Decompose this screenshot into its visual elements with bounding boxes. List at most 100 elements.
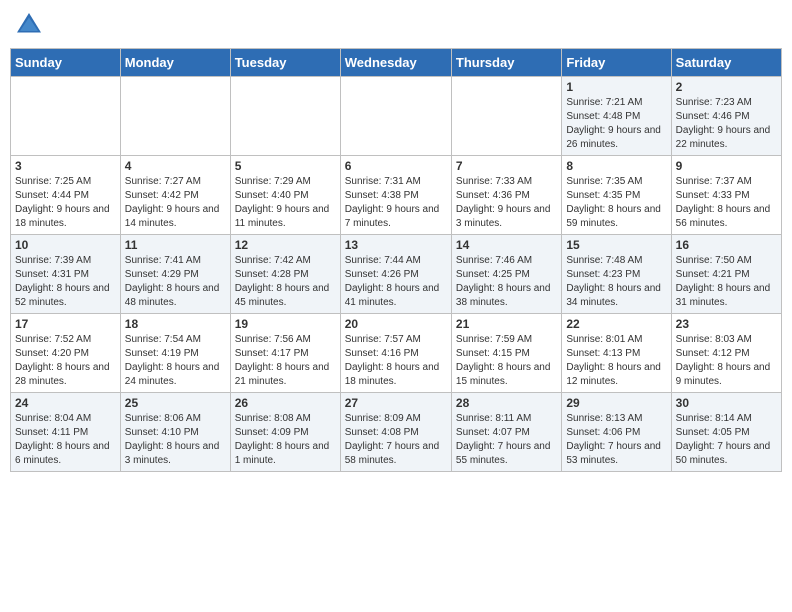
calendar-cell: 7 Sunrise: 7:33 AM Sunset: 4:36 PM Daylig… (451, 156, 561, 235)
weekday-header-monday: Monday (120, 49, 230, 77)
weekday-header-sunday: Sunday (11, 49, 121, 77)
day-number: 10 (15, 238, 116, 252)
calendar-cell: 24 Sunrise: 8:04 AM Sunset: 4:11 PM Dayli… (11, 393, 121, 472)
day-info: Sunrise: 8:08 AM Sunset: 4:09 PM Dayligh… (235, 412, 336, 468)
day-number: 2 (676, 80, 777, 94)
weekday-header-friday: Friday (562, 49, 671, 77)
header (10, 10, 782, 40)
day-info: Sunrise: 7:59 AM Sunset: 4:15 PM Dayligh… (456, 333, 557, 389)
calendar-cell: 4 Sunrise: 7:27 AM Sunset: 4:42 PM Daylig… (120, 156, 230, 235)
calendar-cell: 10 Sunrise: 7:39 AM Sunset: 4:31 PM Dayli… (11, 235, 121, 314)
day-number: 1 (566, 80, 666, 94)
day-info: Sunrise: 7:44 AM Sunset: 4:26 PM Dayligh… (345, 254, 447, 310)
calendar-cell: 30Sunrise: 8:14 AM Sunset: 4:05 PM Dayli… (671, 393, 781, 472)
day-info: Sunrise: 8:11 AM Sunset: 4:07 PM Dayligh… (456, 412, 557, 468)
calendar-cell (451, 77, 561, 156)
day-number: 14 (456, 238, 557, 252)
day-number: 20 (345, 317, 447, 331)
calendar-cell: 11 Sunrise: 7:41 AM Sunset: 4:29 PM Dayli… (120, 235, 230, 314)
day-number: 24 (15, 396, 116, 410)
day-number: 8 (566, 159, 666, 173)
day-info: Sunrise: 8:13 AM Sunset: 4:06 PM Dayligh… (566, 412, 666, 468)
calendar-cell: 13 Sunrise: 7:44 AM Sunset: 4:26 PM Dayli… (340, 235, 451, 314)
day-info: Sunrise: 7:21 AM Sunset: 4:48 PM Dayligh… (566, 96, 666, 152)
week-row-5: 24 Sunrise: 8:04 AM Sunset: 4:11 PM Dayli… (11, 393, 782, 472)
calendar-cell: 29 Sunrise: 8:13 AM Sunset: 4:06 PM Dayli… (562, 393, 671, 472)
day-info: Sunrise: 7:23 AM Sunset: 4:46 PM Dayligh… (676, 96, 777, 152)
day-number: 3 (15, 159, 116, 173)
calendar-cell: 23 Sunrise: 8:03 AM Sunset: 4:12 PM Dayli… (671, 314, 781, 393)
calendar-cell: 19 Sunrise: 7:56 AM Sunset: 4:17 PM Dayli… (230, 314, 340, 393)
day-info: Sunrise: 7:41 AM Sunset: 4:29 PM Dayligh… (125, 254, 226, 310)
logo (14, 10, 48, 40)
day-info: Sunrise: 7:37 AM Sunset: 4:33 PM Dayligh… (676, 175, 777, 231)
weekday-header-saturday: Saturday (671, 49, 781, 77)
day-info: Sunrise: 8:03 AM Sunset: 4:12 PM Dayligh… (676, 333, 777, 389)
day-number: 21 (456, 317, 557, 331)
calendar-cell: 1 Sunrise: 7:21 AM Sunset: 4:48 PM Daylig… (562, 77, 671, 156)
day-info: Sunrise: 7:52 AM Sunset: 4:20 PM Dayligh… (15, 333, 116, 389)
calendar: SundayMondayTuesdayWednesdayThursdayFrid… (10, 48, 782, 472)
logo-icon (14, 10, 44, 40)
calendar-cell: 12 Sunrise: 7:42 AM Sunset: 4:28 PM Dayli… (230, 235, 340, 314)
day-info: Sunrise: 7:42 AM Sunset: 4:28 PM Dayligh… (235, 254, 336, 310)
weekday-header-thursday: Thursday (451, 49, 561, 77)
calendar-cell: 8 Sunrise: 7:35 AM Sunset: 4:35 PM Daylig… (562, 156, 671, 235)
week-row-2: 3 Sunrise: 7:25 AM Sunset: 4:44 PM Daylig… (11, 156, 782, 235)
week-row-3: 10 Sunrise: 7:39 AM Sunset: 4:31 PM Dayli… (11, 235, 782, 314)
day-info: Sunrise: 7:54 AM Sunset: 4:19 PM Dayligh… (125, 333, 226, 389)
week-row-4: 17Sunrise: 7:52 AM Sunset: 4:20 PM Dayli… (11, 314, 782, 393)
day-number: 29 (566, 396, 666, 410)
calendar-cell: 20 Sunrise: 7:57 AM Sunset: 4:16 PM Dayli… (340, 314, 451, 393)
day-number: 23 (676, 317, 777, 331)
day-number: 26 (235, 396, 336, 410)
day-number: 25 (125, 396, 226, 410)
calendar-cell (11, 77, 121, 156)
day-number: 19 (235, 317, 336, 331)
calendar-cell (120, 77, 230, 156)
day-info: Sunrise: 7:35 AM Sunset: 4:35 PM Dayligh… (566, 175, 666, 231)
day-info: Sunrise: 7:56 AM Sunset: 4:17 PM Dayligh… (235, 333, 336, 389)
day-number: 16 (676, 238, 777, 252)
weekday-header-row: SundayMondayTuesdayWednesdayThursdayFrid… (11, 49, 782, 77)
day-number: 6 (345, 159, 447, 173)
day-number: 4 (125, 159, 226, 173)
day-number: 15 (566, 238, 666, 252)
day-info: Sunrise: 8:04 AM Sunset: 4:11 PM Dayligh… (15, 412, 116, 468)
calendar-cell: 5 Sunrise: 7:29 AM Sunset: 4:40 PM Daylig… (230, 156, 340, 235)
day-info: Sunrise: 7:31 AM Sunset: 4:38 PM Dayligh… (345, 175, 447, 231)
day-number: 5 (235, 159, 336, 173)
weekday-header-tuesday: Tuesday (230, 49, 340, 77)
day-info: Sunrise: 7:27 AM Sunset: 4:42 PM Dayligh… (125, 175, 226, 231)
day-number: 12 (235, 238, 336, 252)
day-info: Sunrise: 7:50 AM Sunset: 4:21 PM Dayligh… (676, 254, 777, 310)
day-info: Sunrise: 7:33 AM Sunset: 4:36 PM Dayligh… (456, 175, 557, 231)
day-number: 11 (125, 238, 226, 252)
calendar-cell: 27 Sunrise: 8:09 AM Sunset: 4:08 PM Dayli… (340, 393, 451, 472)
day-info: Sunrise: 7:48 AM Sunset: 4:23 PM Dayligh… (566, 254, 666, 310)
day-info: Sunrise: 8:01 AM Sunset: 4:13 PM Dayligh… (566, 333, 666, 389)
calendar-cell: 28 Sunrise: 8:11 AM Sunset: 4:07 PM Dayli… (451, 393, 561, 472)
day-number: 7 (456, 159, 557, 173)
calendar-cell: 2 Sunrise: 7:23 AM Sunset: 4:46 PM Daylig… (671, 77, 781, 156)
day-info: Sunrise: 7:46 AM Sunset: 4:25 PM Dayligh… (456, 254, 557, 310)
weekday-header-wednesday: Wednesday (340, 49, 451, 77)
day-info: Sunrise: 7:39 AM Sunset: 4:31 PM Dayligh… (15, 254, 116, 310)
day-info: Sunrise: 7:57 AM Sunset: 4:16 PM Dayligh… (345, 333, 447, 389)
day-number: 13 (345, 238, 447, 252)
day-info: Sunrise: 8:09 AM Sunset: 4:08 PM Dayligh… (345, 412, 447, 468)
calendar-cell: 25 Sunrise: 8:06 AM Sunset: 4:10 PM Dayli… (120, 393, 230, 472)
calendar-cell (230, 77, 340, 156)
day-number: 27 (345, 396, 447, 410)
calendar-cell (340, 77, 451, 156)
calendar-cell: 17Sunrise: 7:52 AM Sunset: 4:20 PM Dayli… (11, 314, 121, 393)
day-info: Sunrise: 8:14 AM Sunset: 4:05 PM Dayligh… (676, 412, 777, 468)
day-number: 22 (566, 317, 666, 331)
day-number: 18 (125, 317, 226, 331)
day-info: Sunrise: 7:29 AM Sunset: 4:40 PM Dayligh… (235, 175, 336, 231)
day-number: 28 (456, 396, 557, 410)
day-info: Sunrise: 7:25 AM Sunset: 4:44 PM Dayligh… (15, 175, 116, 231)
day-info: Sunrise: 8:06 AM Sunset: 4:10 PM Dayligh… (125, 412, 226, 468)
calendar-cell: 6 Sunrise: 7:31 AM Sunset: 4:38 PM Daylig… (340, 156, 451, 235)
week-row-1: 1 Sunrise: 7:21 AM Sunset: 4:48 PM Daylig… (11, 77, 782, 156)
